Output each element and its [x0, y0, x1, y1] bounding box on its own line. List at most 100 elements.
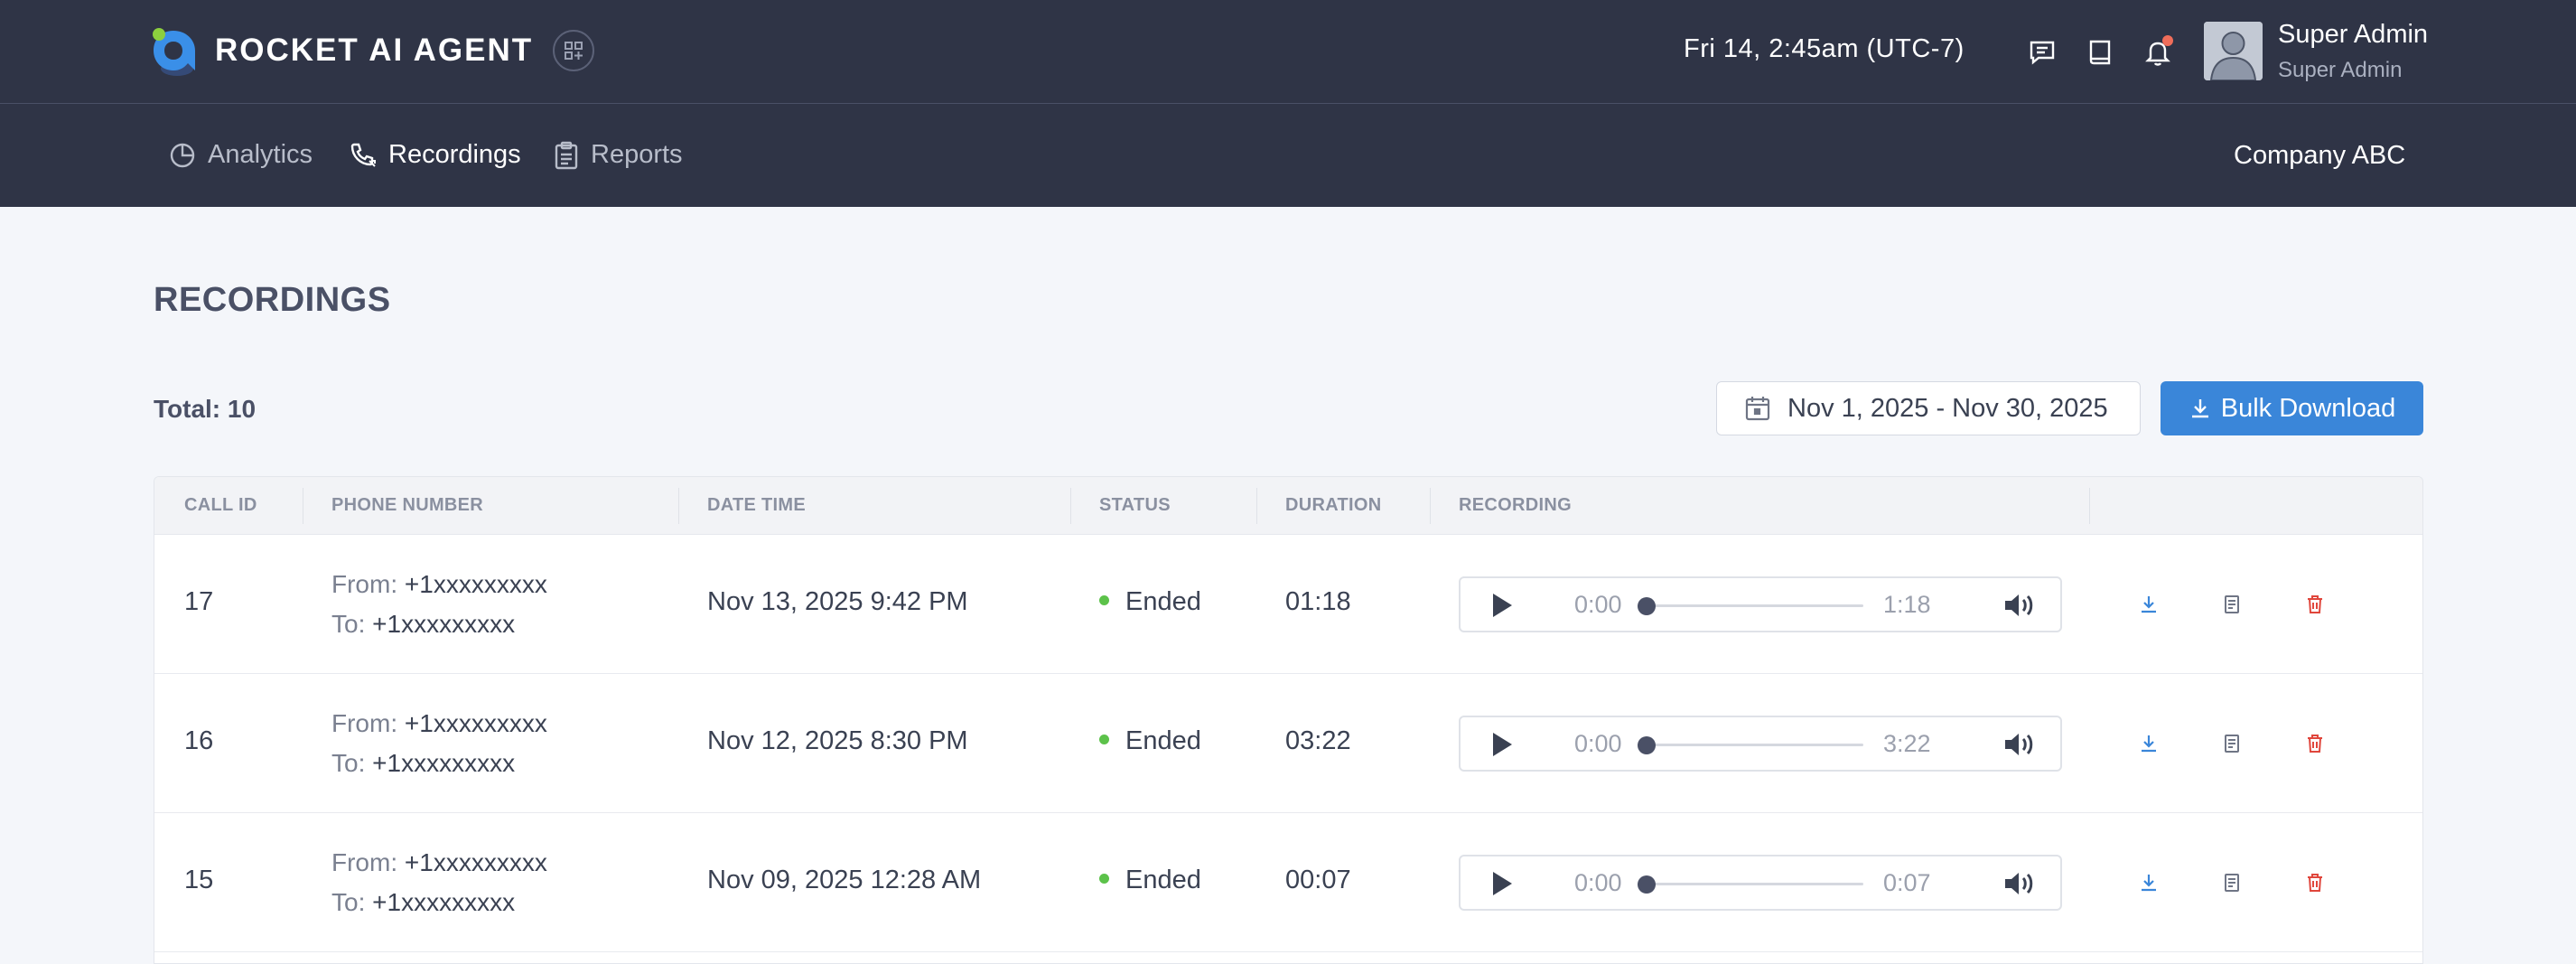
column-divider — [2089, 488, 2090, 524]
play-icon[interactable] — [1488, 591, 1515, 620]
to-number: +1xxxxxxxxx — [372, 888, 516, 916]
user-role: Super Admin — [2278, 58, 2403, 82]
transcript-button[interactable] — [2216, 588, 2248, 621]
call-datetime: Nov 12, 2025 8:30 PM — [707, 726, 968, 755]
document-icon — [2225, 735, 2239, 753]
call-duration: 01:18 — [1285, 587, 1351, 616]
page-title: RECORDINGS — [154, 281, 391, 319]
transcript-button[interactable] — [2216, 727, 2248, 760]
call-datetime: Nov 13, 2025 9:42 PM — [707, 587, 968, 616]
nav-item-analytics[interactable]: Analytics — [168, 140, 313, 170]
volume-icon[interactable] — [2002, 730, 2037, 759]
trash-icon — [2308, 595, 2322, 613]
clipboard-icon — [555, 141, 578, 169]
download-icon — [2142, 875, 2156, 892]
column-header-date-time[interactable]: DATE TIME — [707, 495, 806, 516]
chat-button[interactable] — [2024, 34, 2060, 70]
player-current-time: 0:00 — [1574, 591, 1622, 618]
table-row: 15 From: +1xxxxxxxxx To: +1xxxxxxxxx Nov… — [154, 813, 2422, 952]
column-header-duration[interactable]: DURATION — [1285, 495, 1381, 516]
audio-player: 0:00 0:07 — [1459, 855, 2062, 911]
status-dot — [1099, 734, 1109, 744]
transcript-button[interactable] — [2216, 866, 2248, 899]
play-icon[interactable] — [1488, 869, 1515, 898]
docs-button[interactable] — [2082, 34, 2118, 70]
status-badge: Ended — [1099, 587, 1201, 617]
notifications-button[interactable] — [2140, 34, 2176, 70]
from-label: From: — [331, 709, 398, 737]
player-seek-handle[interactable] — [1638, 736, 1656, 754]
calendar-icon — [1745, 397, 1770, 421]
company-selector[interactable]: Company ABC — [2234, 141, 2405, 171]
play-icon[interactable] — [1488, 730, 1515, 759]
table-row: 17 From: +1xxxxxxxxx To: +1xxxxxxxxx Nov… — [154, 535, 2422, 674]
document-icon — [2225, 595, 2239, 613]
call-id: 15 — [184, 866, 214, 894]
delete-button[interactable] — [2299, 588, 2331, 621]
book-icon — [2089, 40, 2111, 65]
rocket-logo-icon — [150, 25, 197, 76]
status-badge: Ended — [1099, 866, 1201, 895]
player-seek-handle[interactable] — [1638, 875, 1656, 894]
chat-icon — [2030, 41, 2055, 65]
recordings-table: CALL ID PHONE NUMBER DATE TIME STATUS DU… — [154, 476, 2423, 964]
player-total-time: 3:22 — [1883, 730, 1931, 757]
nav-item-recordings[interactable]: Recordings — [349, 140, 521, 170]
pie-chart-icon — [170, 143, 195, 167]
brand[interactable]: ROCKET AI AGENT — [150, 25, 595, 76]
status-badge: Ended — [1099, 726, 1201, 756]
call-duration: 03:22 — [1285, 726, 1351, 755]
player-progress-track[interactable] — [1641, 744, 1863, 746]
from-number: +1xxxxxxxxx — [404, 709, 547, 737]
delete-button[interactable] — [2299, 866, 2331, 899]
audio-player: 0:00 3:22 — [1459, 716, 2062, 772]
nav-item-label: Analytics — [208, 140, 313, 169]
bulk-download-label: Bulk Download — [2220, 393, 2396, 423]
call-duration: 00:07 — [1285, 866, 1351, 894]
user-name[interactable]: Super Admin — [2278, 20, 2428, 50]
column-header-phone-number[interactable]: PHONE NUMBER — [331, 495, 483, 516]
app-grid-button[interactable] — [553, 30, 595, 71]
nav-bar: Analytics Recordings Reports — [0, 104, 2576, 207]
player-progress-track[interactable] — [1641, 604, 1863, 607]
to-number: +1xxxxxxxxx — [372, 610, 516, 638]
status-dot — [1099, 873, 1109, 884]
column-divider — [1430, 488, 1431, 524]
download-icon — [2142, 596, 2156, 613]
bulk-download-button[interactable]: Bulk Download — [2161, 381, 2423, 435]
player-seek-handle[interactable] — [1638, 597, 1656, 615]
download-button[interactable] — [2133, 588, 2165, 621]
status-label: Ended — [1125, 726, 1201, 755]
total-count: Total: 10 — [154, 395, 257, 423]
from-number: +1xxxxxxxxx — [404, 848, 547, 876]
column-header-status[interactable]: STATUS — [1099, 495, 1171, 516]
download-button[interactable] — [2133, 866, 2165, 899]
phone-numbers: From: +1xxxxxxxxx To: +1xxxxxxxxx — [331, 843, 547, 922]
column-divider — [1256, 488, 1257, 524]
trash-icon — [2308, 735, 2322, 753]
column-header-call-id[interactable]: CALL ID — [184, 495, 257, 516]
table-row: 16 From: +1xxxxxxxxx To: +1xxxxxxxxx Nov… — [154, 674, 2422, 813]
from-number: +1xxxxxxxxx — [404, 570, 547, 598]
player-progress-track[interactable] — [1641, 883, 1863, 885]
date-range-value: Nov 1, 2025 - Nov 30, 2025 — [1787, 393, 2108, 423]
status-label: Ended — [1125, 866, 1201, 894]
call-datetime: Nov 09, 2025 12:28 AM — [707, 866, 982, 894]
date-range-picker[interactable]: Nov 1, 2025 - Nov 30, 2025 — [1716, 381, 2141, 435]
table-header: CALL ID PHONE NUMBER DATE TIME STATUS DU… — [154, 477, 2422, 535]
volume-icon[interactable] — [2002, 591, 2037, 620]
nav-item-reports[interactable]: Reports — [553, 140, 683, 170]
download-icon — [2191, 399, 2208, 418]
user-avatar-icon — [2204, 22, 2263, 80]
volume-icon[interactable] — [2002, 869, 2037, 898]
delete-button[interactable] — [2299, 727, 2331, 760]
from-label: From: — [331, 570, 398, 598]
avatar[interactable] — [2204, 22, 2263, 80]
download-button[interactable] — [2133, 727, 2165, 760]
to-number: +1xxxxxxxxx — [372, 749, 516, 777]
status-dot — [1099, 594, 1109, 605]
current-datetime: Fri 14, 2:45am (UTC-7) — [1684, 34, 1965, 63]
to-label: To: — [331, 888, 366, 916]
audio-player: 0:00 1:18 — [1459, 576, 2062, 632]
column-header-recording: RECORDING — [1459, 495, 1572, 515]
